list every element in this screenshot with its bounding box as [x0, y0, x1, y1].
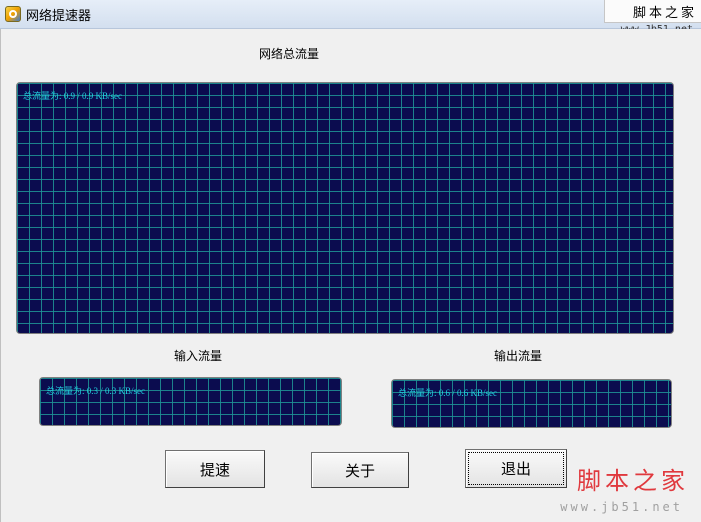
- network-booster-icon: [5, 6, 21, 22]
- output-traffic-reading: 总流量为: 0.6 / 0.6 KB/sec: [398, 388, 497, 398]
- output-traffic-title: 输出流量: [494, 349, 543, 363]
- output-traffic-graph: 总流量为: 0.6 / 0.6 KB/sec: [391, 379, 672, 428]
- input-traffic-title: 输入流量: [174, 349, 223, 363]
- input-traffic-graph: 总流量为: 0.3 / 0.3 KB/sec: [39, 377, 342, 426]
- total-traffic-title: 网络总流量: [259, 47, 320, 61]
- window-client-area: 网络总流量 总流量为: 0.9 / 0.9 KB/sec 输入流量 输出流量 总…: [0, 29, 701, 522]
- total-traffic-reading: 总流量为: 0.9 / 0.9 KB/sec: [23, 91, 122, 101]
- watermark-bottom-text: 脚本之家: [577, 467, 689, 495]
- input-traffic-reading: 总流量为: 0.3 / 0.3 KB/sec: [46, 386, 145, 396]
- title-bar: 网络提速器 脚本之家: [0, 0, 701, 29]
- window-title: 网络提速器: [26, 9, 92, 24]
- boost-button[interactable]: 提速: [165, 450, 265, 488]
- exit-button[interactable]: 退出: [465, 449, 567, 488]
- total-traffic-graph: 总流量为: 0.9 / 0.9 KB/sec: [16, 82, 674, 334]
- about-button[interactable]: 关于: [311, 452, 409, 488]
- watermark-top-text: 脚本之家: [632, 6, 697, 21]
- watermark-bottom-url: www.jb51.net: [560, 500, 683, 514]
